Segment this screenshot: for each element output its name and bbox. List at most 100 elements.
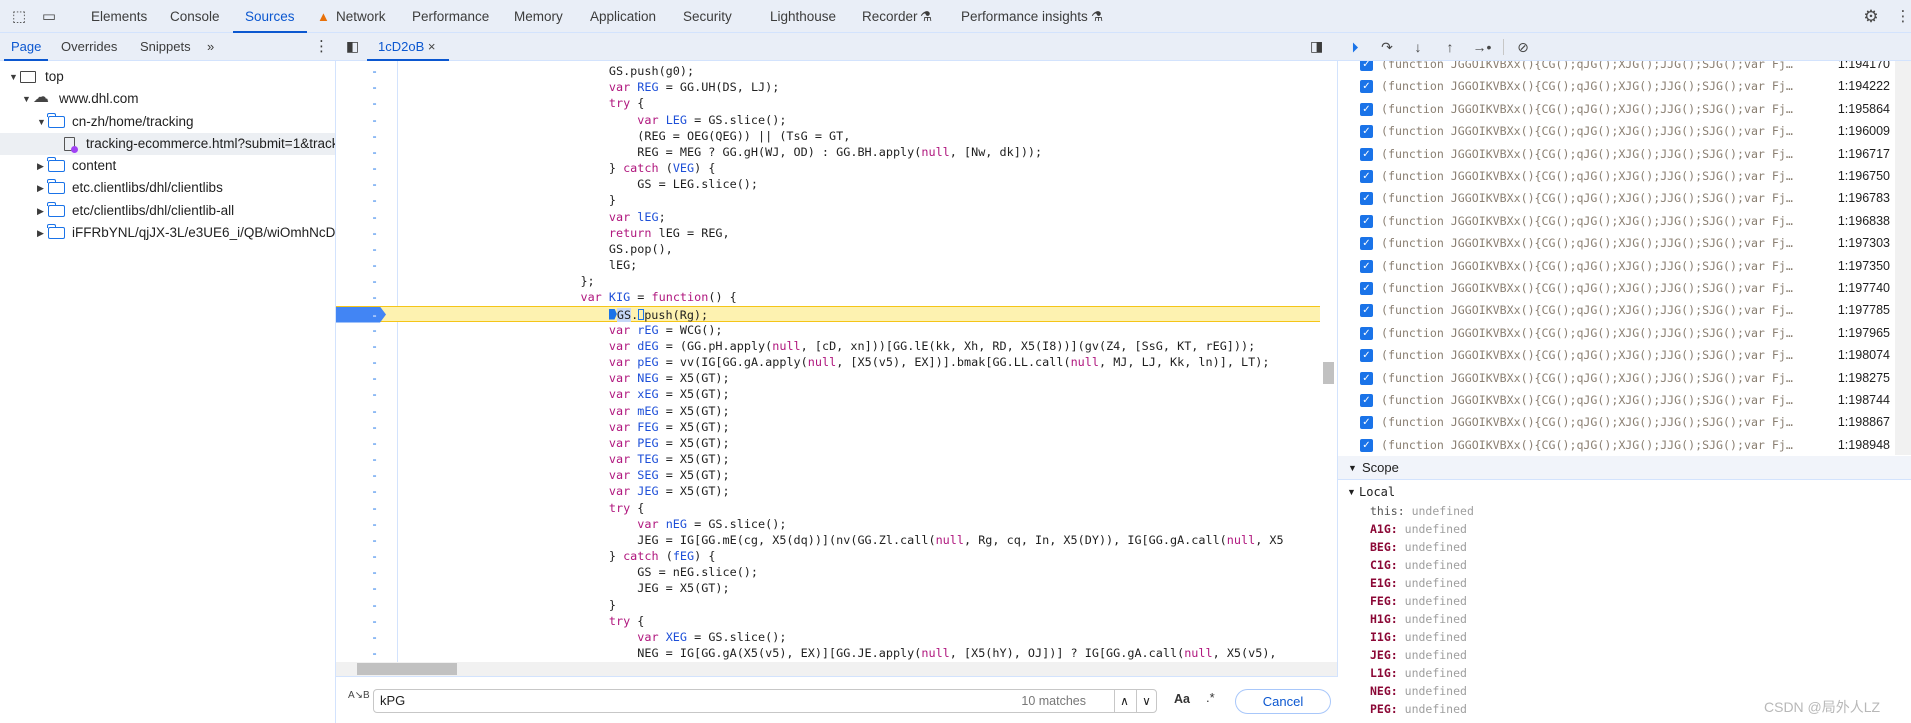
breakpoint-item[interactable]: ✓ (function JGGOIKVBXx(){CG();qJG();XJG()… xyxy=(1338,120,1895,142)
breakpoint-item[interactable]: ✓ (function JGGOIKVBXx(){CG();qJG();XJG()… xyxy=(1338,165,1895,187)
breakpoint-item[interactable]: ✓ (function JGGOIKVBXx(){CG();qJG();XJG()… xyxy=(1338,299,1895,321)
line-marker[interactable]: - xyxy=(371,338,378,354)
line-marker[interactable]: - xyxy=(371,419,378,435)
scrollbar-thumb[interactable] xyxy=(1323,362,1334,384)
step-icon[interactable]: →• xyxy=(1472,37,1492,57)
device-toolbar-icon[interactable]: ▭ xyxy=(40,8,58,26)
breakpoint-location[interactable]: 1:194170 xyxy=(1838,61,1890,75)
scope-variable[interactable]: E1G: undefined xyxy=(1370,574,1467,592)
scope-variable[interactable]: this: undefined xyxy=(1370,502,1474,520)
line-marker[interactable]: - xyxy=(371,564,378,580)
horizontal-scrollbar[interactable] xyxy=(336,662,1337,676)
breakpoint-location[interactable]: 1:198074 xyxy=(1838,344,1890,366)
breakpoint-location[interactable]: 1:196009 xyxy=(1838,120,1890,142)
tab-memory[interactable]: Memory xyxy=(514,0,563,33)
replace-toggle-icon[interactable]: A↘B xyxy=(348,690,370,701)
breakpoint-item[interactable]: ✓ (function JGGOIKVBXx(){CG();qJG();XJG()… xyxy=(1338,389,1895,411)
breakpoint-location[interactable]: 1:198275 xyxy=(1838,367,1890,389)
tab-network[interactable]: Network xyxy=(336,0,386,33)
breakpoint-location[interactable]: 1:198948 xyxy=(1838,434,1890,455)
line-marker[interactable]: - xyxy=(371,629,378,645)
line-marker[interactable]: - xyxy=(371,307,378,323)
line-marker[interactable]: - xyxy=(371,176,378,192)
breakpoint-checkbox[interactable]: ✓ xyxy=(1360,61,1373,71)
tab-snippets[interactable]: Snippets xyxy=(140,33,191,61)
step-over-icon[interactable]: ↷ xyxy=(1377,37,1397,57)
breakpoint-checkbox[interactable]: ✓ xyxy=(1360,394,1373,407)
breakpoint-location[interactable]: 1:198867 xyxy=(1838,411,1890,433)
breakpoint-checkbox[interactable]: ✓ xyxy=(1360,214,1373,228)
breakpoint-item[interactable]: ✓ (function JGGOIKVBXx(){CG();qJG();XJG()… xyxy=(1338,210,1895,232)
scope-local[interactable]: ▼ Local xyxy=(1338,483,1638,501)
breakpoint-checkbox[interactable]: ✓ xyxy=(1360,282,1373,295)
breakpoint-checkbox[interactable]: ✓ xyxy=(1360,326,1373,340)
line-marker[interactable]: - xyxy=(371,160,378,176)
breakpoint-location[interactable]: 1:197740 xyxy=(1838,277,1890,299)
breakpoint-location[interactable]: 1:197965 xyxy=(1838,322,1890,344)
breakpoint-item[interactable]: ✓ (function JGGOIKVBXx(){CG();qJG();XJG()… xyxy=(1338,344,1895,366)
breakpoint-location[interactable]: 1:196717 xyxy=(1838,143,1890,165)
tree-item-top[interactable]: ▼ top xyxy=(0,66,335,88)
line-marker[interactable]: - xyxy=(371,370,378,386)
line-marker[interactable]: - xyxy=(371,209,378,225)
breakpoint-item[interactable]: ✓ (function JGGOIKVBXx(){CG();qJG();XJG()… xyxy=(1338,434,1895,455)
tree-item-folder[interactable]: ▼ cn-zh/home/tracking xyxy=(0,111,335,133)
scope-variable[interactable]: L1G: undefined xyxy=(1370,664,1467,682)
line-marker[interactable]: - xyxy=(371,403,378,419)
tree-item-folder[interactable]: ▶ etc.clientlibs/dhl/clientlibs xyxy=(0,177,335,199)
tab-overrides[interactable]: Overrides xyxy=(61,33,117,61)
line-marker[interactable]: - xyxy=(371,79,378,95)
line-marker[interactable]: - xyxy=(371,451,378,467)
toggle-debugger-icon[interactable]: ◨ xyxy=(1310,33,1323,61)
line-marker[interactable]: - xyxy=(371,63,378,79)
breakpoint-location[interactable]: 1:196838 xyxy=(1838,210,1890,232)
line-marker[interactable]: - xyxy=(371,95,378,111)
breakpoint-checkbox[interactable]: ✓ xyxy=(1360,102,1373,116)
step-into-icon[interactable]: ↓ xyxy=(1408,37,1428,57)
line-marker[interactable]: - xyxy=(371,354,378,370)
scope-variable[interactable]: JEG: undefined xyxy=(1370,646,1467,664)
previous-match-button[interactable]: ∧ xyxy=(1114,690,1134,712)
line-marker[interactable]: - xyxy=(371,128,378,144)
match-case-button[interactable]: Aa xyxy=(1174,692,1190,706)
scope-variable[interactable]: PEG: undefined xyxy=(1370,700,1467,718)
breakpoint-item[interactable]: ✓ (function JGGOIKVBXx(){CG();qJG();XJG()… xyxy=(1338,411,1895,433)
tree-item-folder[interactable]: ▶ content xyxy=(0,155,335,177)
breakpoint-location[interactable]: 1:196750 xyxy=(1838,165,1890,187)
more-tabs-chevron-icon[interactable]: » xyxy=(207,33,214,61)
line-marker[interactable]: - xyxy=(371,225,378,241)
scope-variable[interactable]: C1G: undefined xyxy=(1370,556,1467,574)
line-marker[interactable]: - xyxy=(371,613,378,629)
tab-console[interactable]: Console xyxy=(170,0,220,33)
line-marker[interactable]: - xyxy=(371,273,378,289)
tab-performance[interactable]: Performance xyxy=(412,0,489,33)
tree-item-folder[interactable]: ▶ etc/clientlibs/dhl/clientlib-all xyxy=(0,200,335,222)
regex-button[interactable]: .* xyxy=(1206,690,1215,705)
tab-sources[interactable]: Sources xyxy=(233,0,307,33)
inspect-element-icon[interactable]: ⬚ xyxy=(10,8,28,26)
line-marker[interactable]: - xyxy=(371,516,378,532)
tab-performance-insights[interactable]: Performance insights xyxy=(961,0,1088,33)
line-marker[interactable]: - xyxy=(371,435,378,451)
breakpoint-item[interactable]: ✓ (function JGGOIKVBXx(){CG();qJG();XJG()… xyxy=(1338,98,1895,120)
scope-variable[interactable]: I1G: undefined xyxy=(1370,628,1467,646)
line-marker[interactable]: - xyxy=(371,257,378,273)
breakpoint-checkbox[interactable]: ✓ xyxy=(1360,192,1373,206)
breakpoint-item[interactable]: ✓ (function JGGOIKVBXx(){CG();qJG();XJG()… xyxy=(1338,277,1895,299)
breakpoint-item[interactable]: ✓ (function JGGOIKVBXx(){CG();qJG();XJG()… xyxy=(1338,75,1895,97)
line-marker[interactable]: - xyxy=(371,192,378,208)
line-marker[interactable]: - xyxy=(371,467,378,483)
vertical-scrollbar[interactable] xyxy=(1320,61,1337,661)
tab-elements[interactable]: Elements xyxy=(91,0,147,33)
line-marker[interactable]: - xyxy=(371,500,378,516)
line-marker[interactable]: - xyxy=(371,112,378,128)
tree-item-folder[interactable]: ▶ iFFRbYNL/qjJX-3L/e3UE6_i/QB/wiOmhNcDpl xyxy=(0,222,335,244)
line-marker[interactable]: - xyxy=(371,532,378,548)
line-marker[interactable]: - xyxy=(371,597,378,613)
tab-application[interactable]: Application xyxy=(590,0,656,33)
line-marker[interactable]: - xyxy=(371,580,378,596)
search-input[interactable]: kPG 10 matches ∧ ∨ xyxy=(373,689,1157,713)
breakpoint-location[interactable]: 1:194222 xyxy=(1838,75,1890,97)
breakpoint-location[interactable]: 1:198744 xyxy=(1838,389,1890,411)
deactivate-breakpoints-icon[interactable]: ⊘ xyxy=(1513,37,1533,57)
